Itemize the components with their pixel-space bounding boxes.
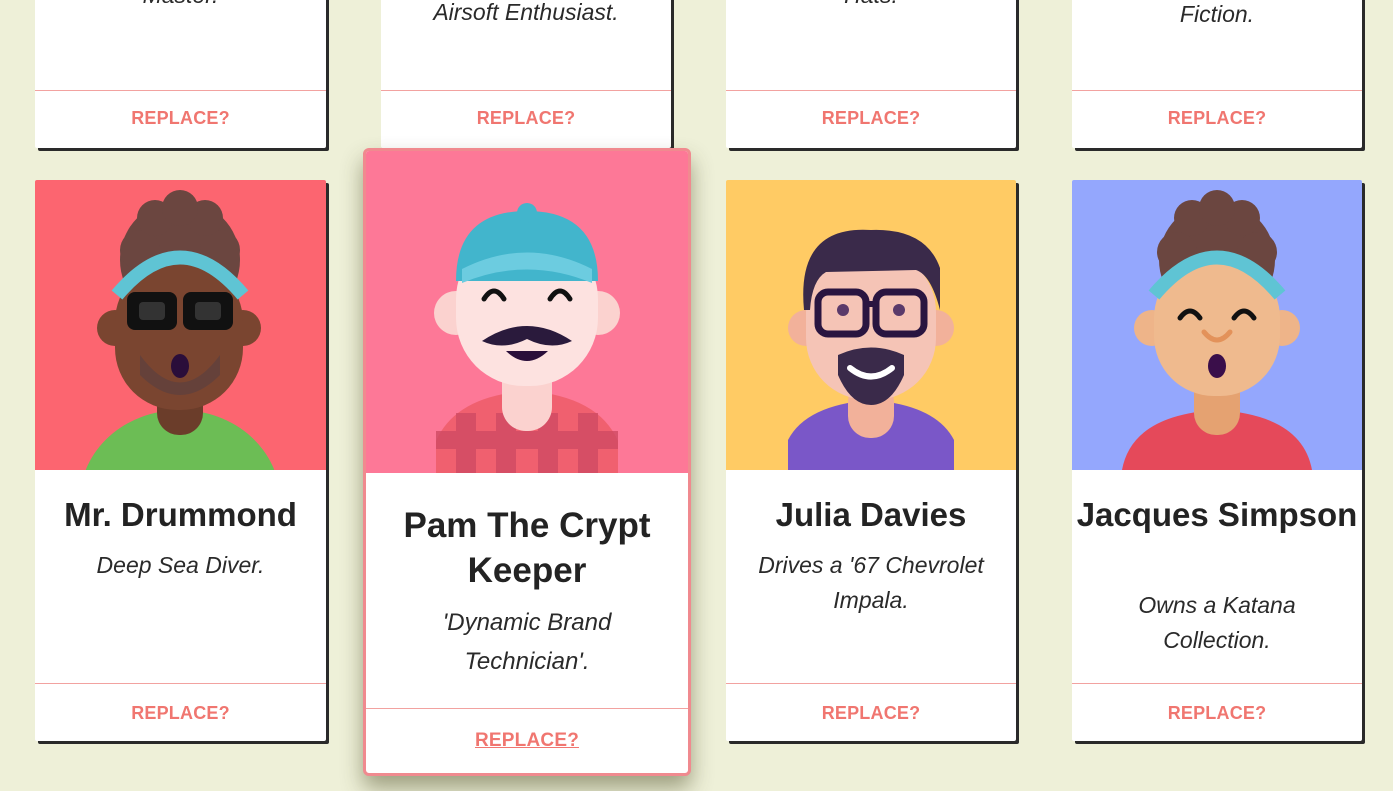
divider xyxy=(35,90,326,91)
avatar xyxy=(35,180,326,470)
person-name: Julia Davies xyxy=(775,496,967,533)
card-description: Master. xyxy=(35,0,326,13)
person-name: Jacques Simpson xyxy=(1076,496,1358,533)
divider xyxy=(1072,90,1362,91)
person-role: Drives a '67 Chevrolet Impala. xyxy=(758,552,984,613)
divider xyxy=(366,708,688,709)
card-description: Writes Avatar Fan Fiction. xyxy=(1179,1,1255,27)
replace-link[interactable]: REPLACE? xyxy=(726,703,1016,724)
profile-card-featured: Pam The Crypt Keeper 'Dynamic Brand Tech… xyxy=(363,148,691,776)
avatar xyxy=(366,151,688,473)
profile-card: Mr. Drummond Deep Sea Diver. REPLACE? xyxy=(35,180,326,741)
divider xyxy=(35,683,326,684)
person-name: Pam The Crypt Keeper xyxy=(403,506,651,590)
avatar-man-glasses-headband-icon xyxy=(35,180,326,470)
avatar xyxy=(1072,180,1362,470)
avatar-glasses-goatee-icon xyxy=(726,180,1016,470)
divider xyxy=(726,90,1016,91)
top-card-1: Master. REPLACE? xyxy=(35,0,326,148)
card-description: Airsoft Enthusiast. xyxy=(433,0,619,25)
avatar-headband-smile-icon xyxy=(1072,180,1362,470)
card-description: Hats. xyxy=(726,0,1016,13)
divider xyxy=(1072,683,1362,684)
replace-link[interactable]: REPLACE? xyxy=(1072,703,1362,724)
replace-link[interactable]: REPLACE? xyxy=(35,703,326,724)
avatar-mustache-cap-icon xyxy=(366,151,688,473)
person-role: Owns a Katana Collection. xyxy=(1138,592,1296,653)
person-name: Mr. Drummond xyxy=(64,496,297,533)
divider xyxy=(726,683,1016,684)
replace-link[interactable]: REPLACE? xyxy=(381,108,671,129)
replace-link[interactable]: REPLACE? xyxy=(366,730,688,752)
person-role: Deep Sea Diver. xyxy=(96,552,265,578)
divider xyxy=(381,90,671,91)
profile-card: Julia Davies Drives a '67 Chevrolet Impa… xyxy=(726,180,1016,741)
top-card-3: Hats. REPLACE? xyxy=(726,0,1016,148)
top-card-4: Writes Avatar Fan Fiction. REPLACE? xyxy=(1072,0,1362,148)
person-role: 'Dynamic Brand Technician'. xyxy=(442,609,612,675)
replace-link[interactable]: REPLACE? xyxy=(726,108,1016,129)
replace-link[interactable]: REPLACE? xyxy=(35,108,326,129)
profile-card: Jacques Simpson Owns a Katana Collection… xyxy=(1072,180,1362,741)
replace-link[interactable]: REPLACE? xyxy=(1072,108,1362,129)
top-card-2: Airsoft Enthusiast. REPLACE? xyxy=(381,0,671,148)
avatar xyxy=(726,180,1016,470)
